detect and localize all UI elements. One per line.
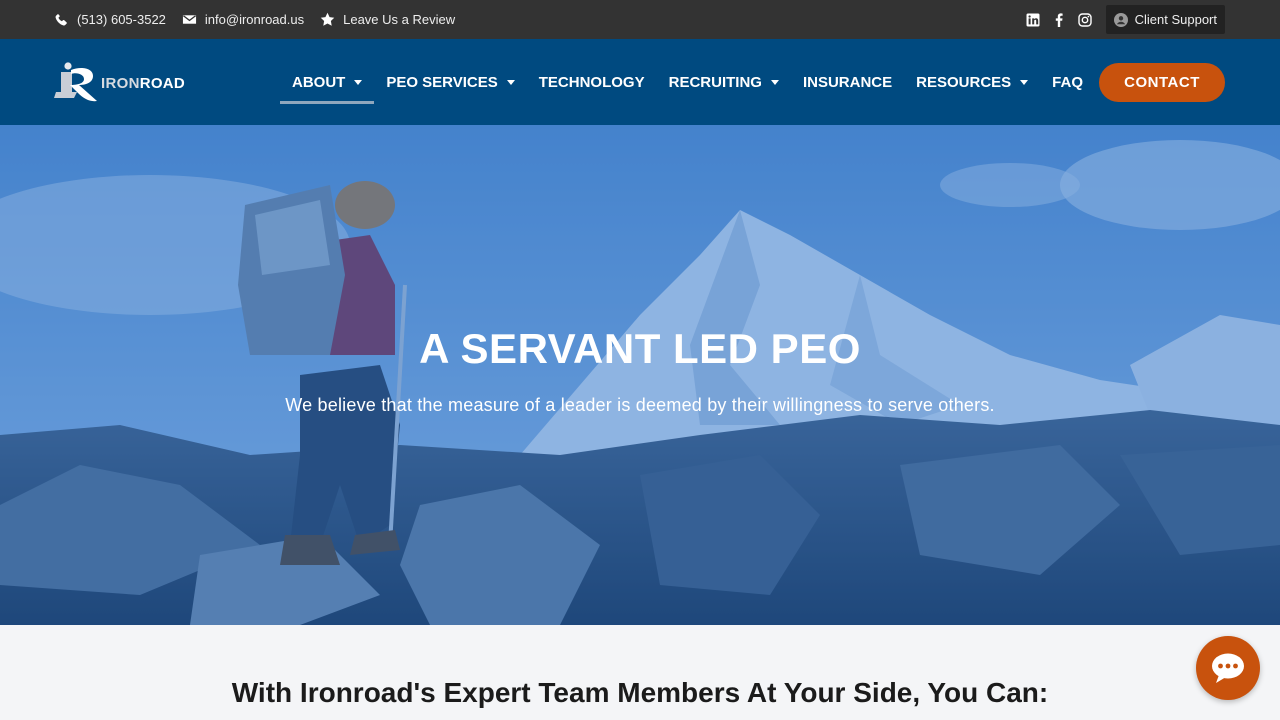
hero-title: A SERVANT LED PEO (419, 325, 861, 372)
phone-link[interactable]: (513) 605-3522 (54, 12, 166, 27)
hero-banner: A SERVANT LED PEO We believe that the me… (0, 125, 1280, 625)
nav-about[interactable]: ABOUT (280, 39, 375, 125)
nav-recruiting[interactable]: RECRUITING (657, 39, 791, 125)
envelope-icon (182, 12, 197, 27)
nav-insurance[interactable]: INSURANCE (791, 39, 904, 125)
phone-icon (54, 12, 69, 27)
nav-label: FAQ (1052, 73, 1084, 91)
email-link[interactable]: info@ironroad.us (182, 12, 304, 27)
section-heading: With Ironroad's Expert Team Members At Y… (231, 677, 1049, 708)
caret-down-icon (1020, 79, 1029, 85)
logo-wordmark: IRONROAD (101, 74, 186, 92)
top-bar-right: Client Support (1026, 0, 1225, 39)
top-bar: (513) 605-3522 info@ironroad.us Leave Us… (0, 0, 1280, 39)
client-support-button[interactable]: Client Support (1105, 5, 1225, 34)
hero-overlay (0, 125, 1280, 625)
user-circle-icon (1113, 12, 1128, 27)
nav-peo-services[interactable]: PEO SERVICES (374, 39, 526, 125)
contact-button[interactable]: CONTACT (1099, 63, 1225, 102)
facebook-icon[interactable] (1052, 12, 1066, 27)
main-navbar: IRONROAD ABOUT PEO SERVICES TECHNOLOGY R… (0, 39, 1280, 125)
star-icon (320, 12, 335, 27)
nav-label: RESOURCES (916, 73, 1012, 91)
caret-down-icon (770, 79, 779, 85)
nav-technology[interactable]: TECHNOLOGY (527, 39, 657, 125)
benefits-section: With Ironroad's Expert Team Members At Y… (0, 625, 1280, 720)
client-support-label: Client Support (1134, 12, 1217, 27)
hero-subtitle: We believe that the measure of a leader … (285, 395, 995, 415)
nav-label: TECHNOLOGY (538, 73, 645, 91)
nav-label: ABOUT (292, 73, 346, 91)
review-label: Leave Us a Review (343, 12, 456, 27)
nav-label: PEO SERVICES (386, 73, 498, 91)
ironroad-logo[interactable]: IRONROAD (54, 61, 185, 103)
chat-widget-button[interactable] (1196, 636, 1260, 700)
email-address: info@ironroad.us (204, 12, 305, 27)
chat-bubble-icon (1212, 653, 1244, 683)
phone-number: (513) 605-3522 (77, 12, 166, 27)
caret-down-icon (354, 79, 363, 85)
nav-faq[interactable]: FAQ (1040, 39, 1095, 125)
nav-label: RECRUITING (668, 73, 762, 91)
caret-down-icon (506, 79, 515, 85)
nav-label: INSURANCE (802, 73, 893, 91)
social-links (1026, 12, 1092, 27)
instagram-icon[interactable] (1077, 12, 1092, 27)
ironroad-logo-mark (54, 62, 97, 102)
primary-nav: ABOUT PEO SERVICES TECHNOLOGY RECRUITING… (280, 39, 1095, 125)
review-link[interactable]: Leave Us a Review (320, 12, 455, 27)
contact-info: (513) 605-3522 info@ironroad.us Leave Us… (54, 0, 455, 39)
linkedin-icon[interactable] (1026, 13, 1040, 27)
nav-resources[interactable]: RESOURCES (904, 39, 1040, 125)
